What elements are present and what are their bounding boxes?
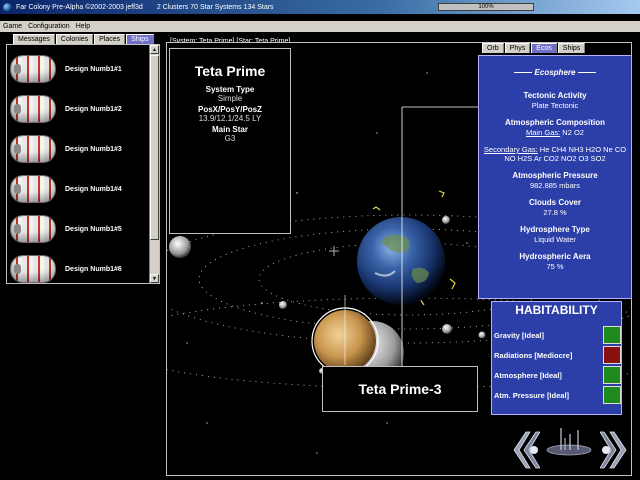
habitability-row: Atmosphere [Ideal]: [494, 366, 621, 384]
menu-configuration[interactable]: Configuration: [28, 21, 70, 32]
ship-icon: [11, 56, 55, 82]
universe-stats: 2 Clusters 70 Star Systems 134 Stars: [156, 3, 274, 11]
hydrosphere-area-value: 75 %: [546, 262, 564, 271]
atm-pressure-label: Atm. Pressure [Ideal]: [494, 390, 570, 400]
double-chevron-left-icon[interactable]: [512, 430, 540, 470]
ship-list: Design Numb1#1 Design Numb1#2 Design Num…: [6, 44, 160, 284]
ship-icon: [11, 256, 55, 282]
system-name: Teta Prime: [194, 63, 266, 79]
main-gas-label: Main Gas:: [526, 128, 561, 137]
tab-orb[interactable]: Orb: [482, 43, 504, 53]
tectonic-label: Tectonic Activity: [523, 91, 587, 100]
ship-icon: [11, 176, 55, 202]
ship-name: Design Numb1#4: [65, 185, 122, 193]
planet-name-label[interactable]: Teta Prime-3: [322, 366, 478, 412]
ship-list-item[interactable]: Design Numb1#6: [11, 251, 151, 287]
ecosphere-panel: Ecosphere Tectonic Activity Plate Tecton…: [478, 55, 632, 299]
progress-label: 100%: [478, 4, 494, 10]
tab-phys[interactable]: Phys: [504, 43, 531, 53]
tectonic-value: Plate Tectonic: [531, 101, 579, 110]
radiations-status-box: [603, 346, 621, 364]
gravity-status-box: [603, 326, 621, 344]
scroll-up-arrow-icon[interactable]: ▲: [150, 45, 159, 54]
ship-icon: [11, 216, 55, 242]
menu-help[interactable]: Help: [76, 21, 90, 32]
clouds-label: Clouds Cover: [528, 198, 581, 207]
pressure-label: Atmospheric Pressure: [512, 171, 598, 180]
tab-ships[interactable]: Ships: [126, 34, 154, 44]
tab-places[interactable]: Places: [94, 34, 126, 44]
habitability-row: Radiations [Mediocre]: [494, 346, 621, 364]
double-chevron-right-icon[interactable]: [600, 430, 628, 470]
gravity-label: Gravity [Ideal]: [494, 330, 545, 340]
ecosphere-title: Ecosphere: [534, 68, 576, 77]
ship-list-item[interactable]: Design Numb1#4: [11, 171, 151, 207]
ship-name: Design Numb1#1: [65, 65, 122, 73]
system-type-label: System Type: [205, 85, 255, 94]
title-bar: Far Colony Pre-Alpha ©2002-2003 jeff3d 2…: [0, 0, 640, 14]
ship-list-item[interactable]: Design Numb1#3: [11, 131, 151, 167]
ship-name: Design Numb1#5: [65, 225, 122, 233]
radiations-label: Radiations [Mediocre]: [494, 350, 573, 360]
loading-progress-bar: 100%: [438, 3, 534, 11]
right-tab-bar: Orb Phys Ecos Ships: [482, 43, 586, 53]
atmosphere-label: Atmosphere [Ideal]: [494, 370, 562, 380]
ship-list-item[interactable]: Design Numb1#5: [11, 211, 151, 247]
ship-list-item[interactable]: Design Numb1#2: [11, 91, 151, 127]
pressure-value: 982.885 mbars: [529, 181, 581, 190]
tab-ecos[interactable]: Ecos: [531, 43, 557, 53]
ship-name: Design Numb1#6: [65, 265, 122, 273]
hydrosphere-area-label: Hydrospheric Aera: [519, 252, 591, 261]
menu-bar: Game Configuration Help: [0, 21, 640, 32]
atmosphere-status-box: [603, 366, 621, 384]
position-value: 13.9/12.1/24.5 LY: [198, 114, 262, 123]
menu-game[interactable]: Game: [3, 21, 22, 32]
system-view-icon[interactable]: [544, 422, 594, 458]
system-info-panel: Teta Prime System Type Simple PosX/PosY/…: [169, 48, 291, 234]
main-star-label: Main Star: [211, 125, 248, 134]
tab-colonies[interactable]: Colonies: [55, 34, 94, 44]
planet-sphere[interactable]: [357, 217, 445, 305]
main-star-value: G3: [224, 134, 236, 143]
scroll-down-arrow-icon[interactable]: ▼: [150, 274, 159, 283]
hydrosphere-type-label: Hydrosphere Type: [520, 225, 590, 234]
position-label: PosX/PosY/PosZ: [197, 105, 263, 114]
main-gas-value: N2 O2: [562, 128, 584, 137]
ship-icon: [11, 96, 55, 122]
ship-list-scrollbar[interactable]: ▲ ▼: [149, 45, 159, 283]
ship-list-item[interactable]: Design Numb1#1: [11, 51, 151, 87]
left-tab-bar: Messages Colonies Places Ships: [13, 34, 154, 44]
app-title: Far Colony Pre-Alpha ©2002-2003 jeff3d: [16, 3, 143, 11]
tab-ships-right[interactable]: Ships: [557, 43, 586, 53]
scroll-thumb[interactable]: [150, 55, 159, 240]
ship-name: Design Numb1#3: [65, 145, 122, 153]
habitability-row: Gravity [Ideal]: [494, 326, 621, 344]
ecosphere-title-row: Ecosphere: [479, 68, 631, 77]
clouds-value: 27.8 %: [543, 208, 567, 217]
habitability-row: Atm. Pressure [Ideal]: [494, 386, 621, 404]
habitability-title: HABITABILITY: [515, 303, 598, 317]
system-type-value: Simple: [217, 94, 243, 103]
hydrosphere-type-value: Liquid Water: [534, 235, 576, 244]
secondary-gas-label: Secondary Gas:: [483, 145, 538, 154]
habitability-panel: HABITABILITY Gravity [Ideal] Radiations …: [491, 301, 622, 415]
atm-pressure-status-box: [603, 386, 621, 404]
ship-name: Design Numb1#2: [65, 105, 122, 113]
tab-messages[interactable]: Messages: [13, 34, 55, 44]
app-icon: [3, 2, 12, 12]
atmo-composition-label: Atmospheric Composition: [504, 118, 605, 127]
ship-icon: [11, 136, 55, 162]
